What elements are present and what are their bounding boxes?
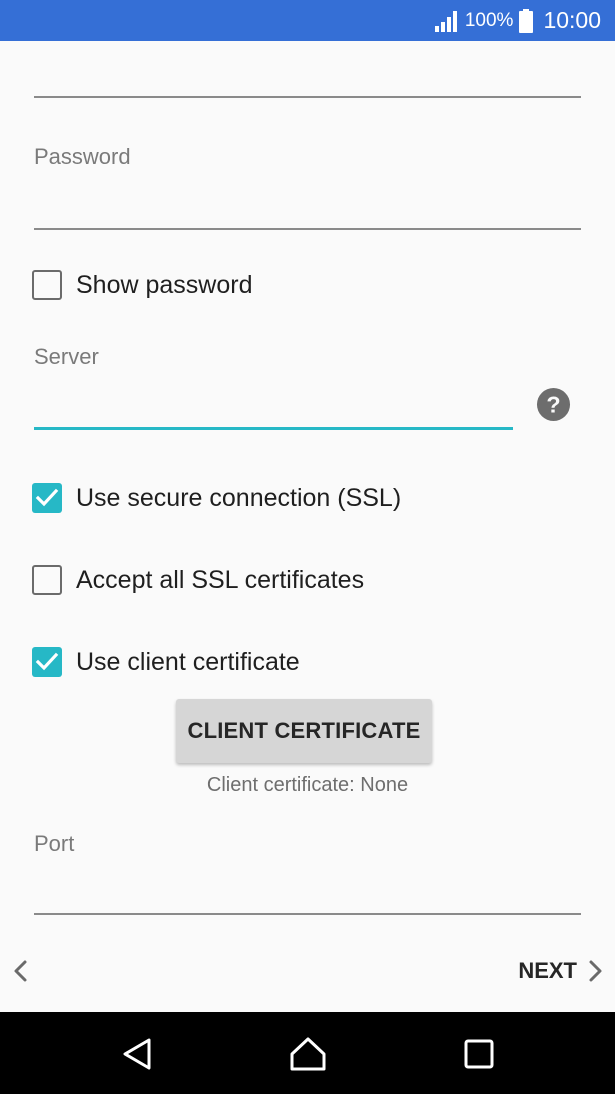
chevron-right-icon	[589, 960, 602, 982]
battery-percent: 100%	[464, 9, 514, 31]
checkmark-icon	[35, 488, 59, 507]
next-button[interactable]: NEXT	[518, 955, 603, 987]
accept-all-certs-checkbox-row[interactable]: Accept all SSL certificates	[32, 563, 364, 597]
server-input[interactable]	[34, 427, 513, 430]
home-icon[interactable]	[288, 1034, 328, 1074]
use-ssl-checkbox[interactable]	[32, 483, 62, 513]
clock: 10:00	[543, 7, 601, 33]
next-label: NEXT	[518, 958, 577, 983]
system-navigation-bar	[0, 1012, 615, 1094]
client-certificate-status: Client certificate: None	[206, 774, 409, 796]
use-ssl-label: Use secure connection (SSL)	[76, 483, 402, 512]
checkmark-icon	[35, 652, 59, 671]
show-password-checkbox-row[interactable]: Show password	[32, 268, 252, 302]
back-triangle-icon[interactable]	[117, 1034, 157, 1074]
port-label: Port	[34, 831, 75, 856]
use-ssl-checkbox-row[interactable]: Use secure connection (SSL)	[32, 481, 401, 515]
status-bar: 100% 10:00	[0, 0, 615, 41]
username-input[interactable]	[34, 96, 581, 98]
battery-icon	[519, 8, 534, 33]
password-input[interactable]	[34, 228, 581, 230]
show-password-label: Show password	[76, 270, 253, 299]
use-client-cert-label: Use client certificate	[76, 647, 300, 676]
screen: 100% 10:00 Password Show password Server…	[0, 0, 615, 1094]
show-password-checkbox[interactable]	[32, 270, 62, 300]
server-label: Server	[34, 344, 99, 369]
svg-text:?: ?	[546, 391, 560, 417]
client-certificate-button[interactable]: CLIENT CERTIFICATE	[176, 699, 432, 763]
use-client-cert-checkbox[interactable]	[32, 647, 62, 677]
help-icon[interactable]: ?	[536, 387, 571, 422]
back-chevron-icon[interactable]	[10, 959, 30, 983]
port-input[interactable]	[34, 913, 581, 915]
signal-icon	[434, 10, 457, 32]
use-client-cert-checkbox-row[interactable]: Use client certificate	[32, 645, 300, 679]
recent-apps-icon[interactable]	[459, 1034, 499, 1074]
status-icons: 100% 10:00	[434, 0, 601, 41]
password-label: Password	[34, 144, 131, 169]
accept-all-certs-checkbox[interactable]	[32, 565, 62, 595]
accept-all-certs-label: Accept all SSL certificates	[76, 565, 365, 594]
